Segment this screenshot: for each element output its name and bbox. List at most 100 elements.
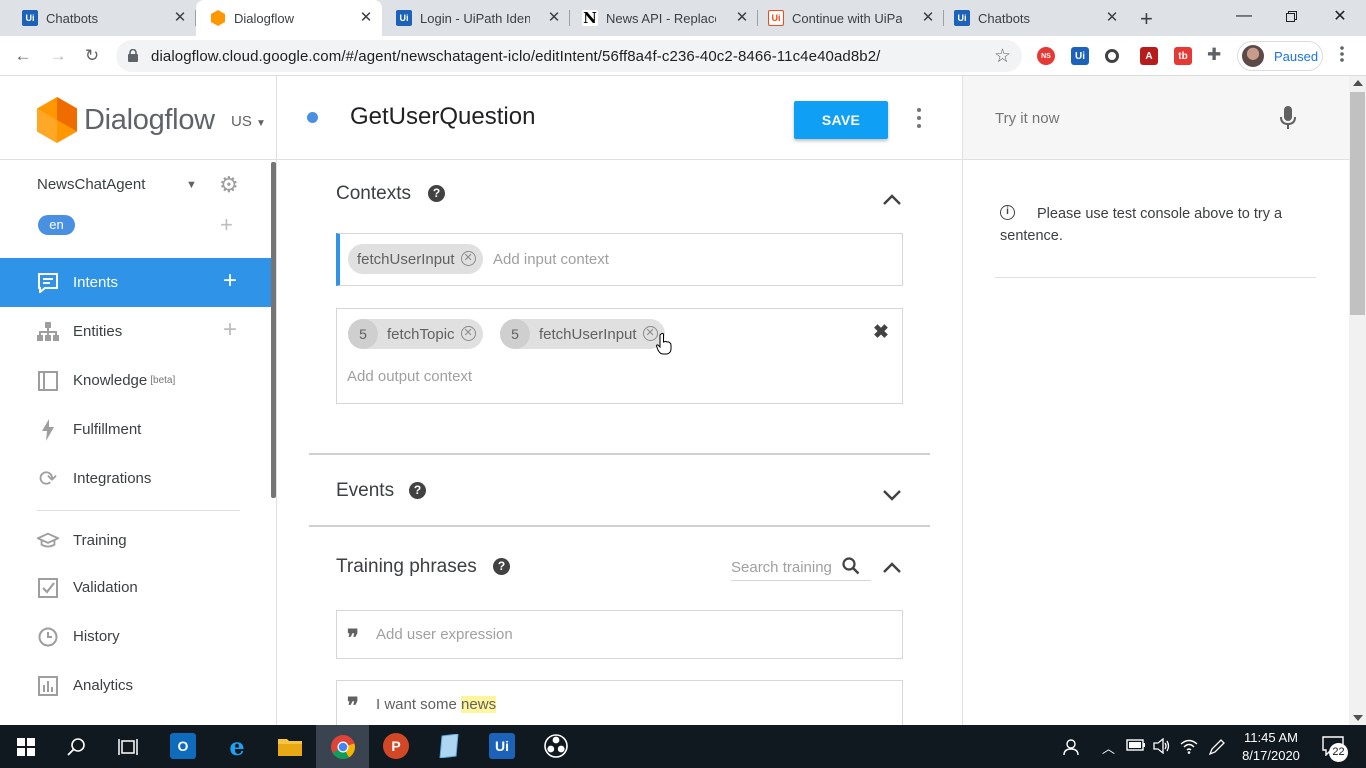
add-intent-icon[interactable]: +	[223, 269, 237, 293]
lifespan-badge[interactable]: 5	[348, 319, 378, 349]
help-icon[interactable]: ?	[428, 185, 445, 202]
back-icon[interactable]: ←	[11, 44, 35, 68]
sidebar-item-intents[interactable]: Intents +	[0, 258, 271, 307]
close-icon[interactable]: ✕	[546, 10, 562, 26]
wifi-icon[interactable]	[1180, 738, 1198, 757]
search-training-input[interactable]: Search training	[731, 557, 871, 581]
sidebar-item-analytics[interactable]: Analytics	[0, 661, 271, 710]
scroll-down-icon[interactable]	[1353, 715, 1363, 721]
uipath-extension-icon[interactable]: Ui	[1071, 47, 1089, 65]
output-context-field[interactable]: 5 fetchTopic ✕ 5 fetchUserInput ✕ Add ou…	[336, 308, 903, 404]
uipath-studio-icon[interactable]: Ui	[489, 733, 515, 759]
add-expression-field[interactable]: ❞ Add user expression	[336, 610, 903, 659]
window-close-icon[interactable]: ✕	[1317, 0, 1363, 32]
search-icon[interactable]	[842, 557, 860, 575]
sidebar-item-training[interactable]: Training	[0, 516, 271, 565]
pen-icon[interactable]	[1208, 738, 1226, 759]
sidebar-item-history[interactable]: History	[0, 612, 271, 661]
notification-count: 22	[1329, 743, 1348, 762]
sidebar-item-integrations[interactable]: ⟳ Integrations	[0, 454, 271, 503]
chevron-up-icon[interactable]	[882, 560, 902, 574]
new-tab-button[interactable]: +	[1140, 6, 1153, 32]
tab-news-api[interactable]: N News API - Replacem ✕	[570, 0, 758, 36]
lifespan-badge[interactable]: 5	[500, 319, 530, 349]
people-icon[interactable]	[1063, 738, 1081, 759]
close-icon[interactable]: ✕	[358, 10, 374, 26]
output-context-chip: 5 fetchTopic ✕	[348, 319, 483, 349]
try-it-now-bar[interactable]: Try it now	[963, 76, 1349, 160]
agent-dropdown-icon[interactable]: ▼	[186, 179, 197, 191]
sidebar-item-fulfillment[interactable]: Fulfillment	[0, 405, 271, 454]
extension-tb-icon[interactable]: tb	[1174, 47, 1192, 65]
minimize-icon[interactable]: —	[1221, 0, 1267, 32]
chrome-menu-icon[interactable]	[1340, 45, 1344, 68]
puzzle-icon[interactable]: ✚	[1207, 45, 1221, 65]
volume-icon[interactable]	[1153, 737, 1171, 757]
input-context-field[interactable]: fetchUserInput ✕ Add input context	[336, 233, 903, 286]
extension-red-icon[interactable]: NS	[1037, 47, 1055, 65]
chevron-down-icon[interactable]	[882, 488, 902, 502]
circle-extension-icon[interactable]	[1105, 49, 1119, 63]
reload-icon[interactable]: ↻	[80, 44, 104, 68]
chrome-taskbar-icon[interactable]	[316, 725, 369, 768]
restore-icon[interactable]	[1268, 0, 1314, 32]
tab-dialogflow[interactable]: Dialogflow ✕	[196, 0, 382, 36]
clear-contexts-icon[interactable]: ✖	[873, 321, 889, 344]
save-button[interactable]: SAVE	[794, 101, 888, 139]
training-phrase-row[interactable]: ❞ I want some news	[336, 680, 903, 725]
sidebar-item-knowledge[interactable]: Knowledge [beta]	[0, 356, 271, 405]
file-explorer-icon[interactable]	[277, 733, 303, 759]
cursor-hand-icon	[656, 333, 672, 355]
sidebar-item-entities[interactable]: Entities +	[0, 307, 271, 356]
sidebar-scrollbar[interactable]	[271, 162, 276, 498]
tab-continue-uipath[interactable]: Ui Continue with UiPat ✕	[758, 0, 944, 36]
brand-name: Dialogflow	[84, 104, 215, 136]
windows-start-icon[interactable]	[17, 738, 35, 756]
training-phrase-text[interactable]: I want some news	[376, 696, 497, 713]
scrollbar-thumb[interactable]	[1350, 92, 1365, 315]
profile-button[interactable]: Paused	[1237, 41, 1323, 71]
close-icon[interactable]: ✕	[920, 10, 936, 26]
battery-icon[interactable]	[1126, 738, 1146, 755]
dialogflow-icon	[210, 10, 226, 26]
tab-chatbots[interactable]: Ui Chatbots ✕	[0, 0, 196, 36]
pdf-extension-icon[interactable]: A	[1140, 47, 1158, 65]
sidebar-item-validation[interactable]: Validation	[0, 563, 271, 612]
microphone-icon[interactable]	[1280, 106, 1296, 130]
outlook-icon[interactable]: O	[170, 733, 196, 759]
scroll-up-icon[interactable]	[1353, 80, 1363, 86]
add-entity-icon[interactable]: +	[223, 318, 237, 342]
address-bar[interactable]: dialogflow.cloud.google.com/#/agent/news…	[116, 40, 1022, 72]
close-icon[interactable]: ✕	[734, 10, 750, 26]
bookmark-star-icon[interactable]: ☆	[994, 45, 1011, 68]
tab-chatbots-2[interactable]: Ui Chatbots ✕	[944, 0, 1128, 36]
intent-name[interactable]: GetUserQuestion	[350, 103, 535, 131]
close-icon[interactable]: ✕	[172, 10, 188, 26]
page-scrollbar[interactable]	[1349, 76, 1366, 725]
help-icon[interactable]: ?	[493, 558, 510, 575]
show-hidden-icons-icon[interactable]: ︿	[1102, 738, 1115, 757]
forward-icon[interactable]: →	[46, 44, 70, 68]
chevron-up-icon[interactable]	[882, 192, 902, 206]
remove-chip-icon[interactable]: ✕	[460, 251, 476, 266]
sidebar-item-label: Integrations	[73, 470, 152, 487]
add-language-icon[interactable]: +	[220, 214, 233, 236]
powerpoint-icon[interactable]: P	[383, 733, 409, 759]
tab-login-uipath[interactable]: Ui Login - UiPath Identi ✕	[382, 0, 570, 36]
uipath-icon: Ui	[396, 10, 412, 26]
system-clock[interactable]: 11:45 AM 8/17/2020	[1229, 729, 1313, 765]
gear-icon[interactable]: ⚙	[219, 174, 239, 196]
region-selector[interactable]: US ▼	[231, 113, 266, 130]
internet-explorer-icon[interactable]: e	[224, 732, 250, 761]
more-options-icon[interactable]	[915, 108, 923, 128]
help-icon[interactable]: ?	[409, 482, 426, 499]
remove-chip-icon[interactable]: ✕	[460, 326, 476, 341]
close-icon[interactable]: ✕	[1104, 10, 1120, 26]
entity-highlight[interactable]: news	[461, 696, 497, 713]
notepad-icon[interactable]	[436, 733, 462, 759]
intent-header: GetUserQuestion SAVE	[277, 76, 962, 160]
language-pill[interactable]: en	[38, 215, 75, 235]
task-view-icon[interactable]	[118, 738, 138, 756]
search-taskbar-icon[interactable]	[67, 737, 87, 757]
obs-icon[interactable]	[543, 733, 569, 759]
